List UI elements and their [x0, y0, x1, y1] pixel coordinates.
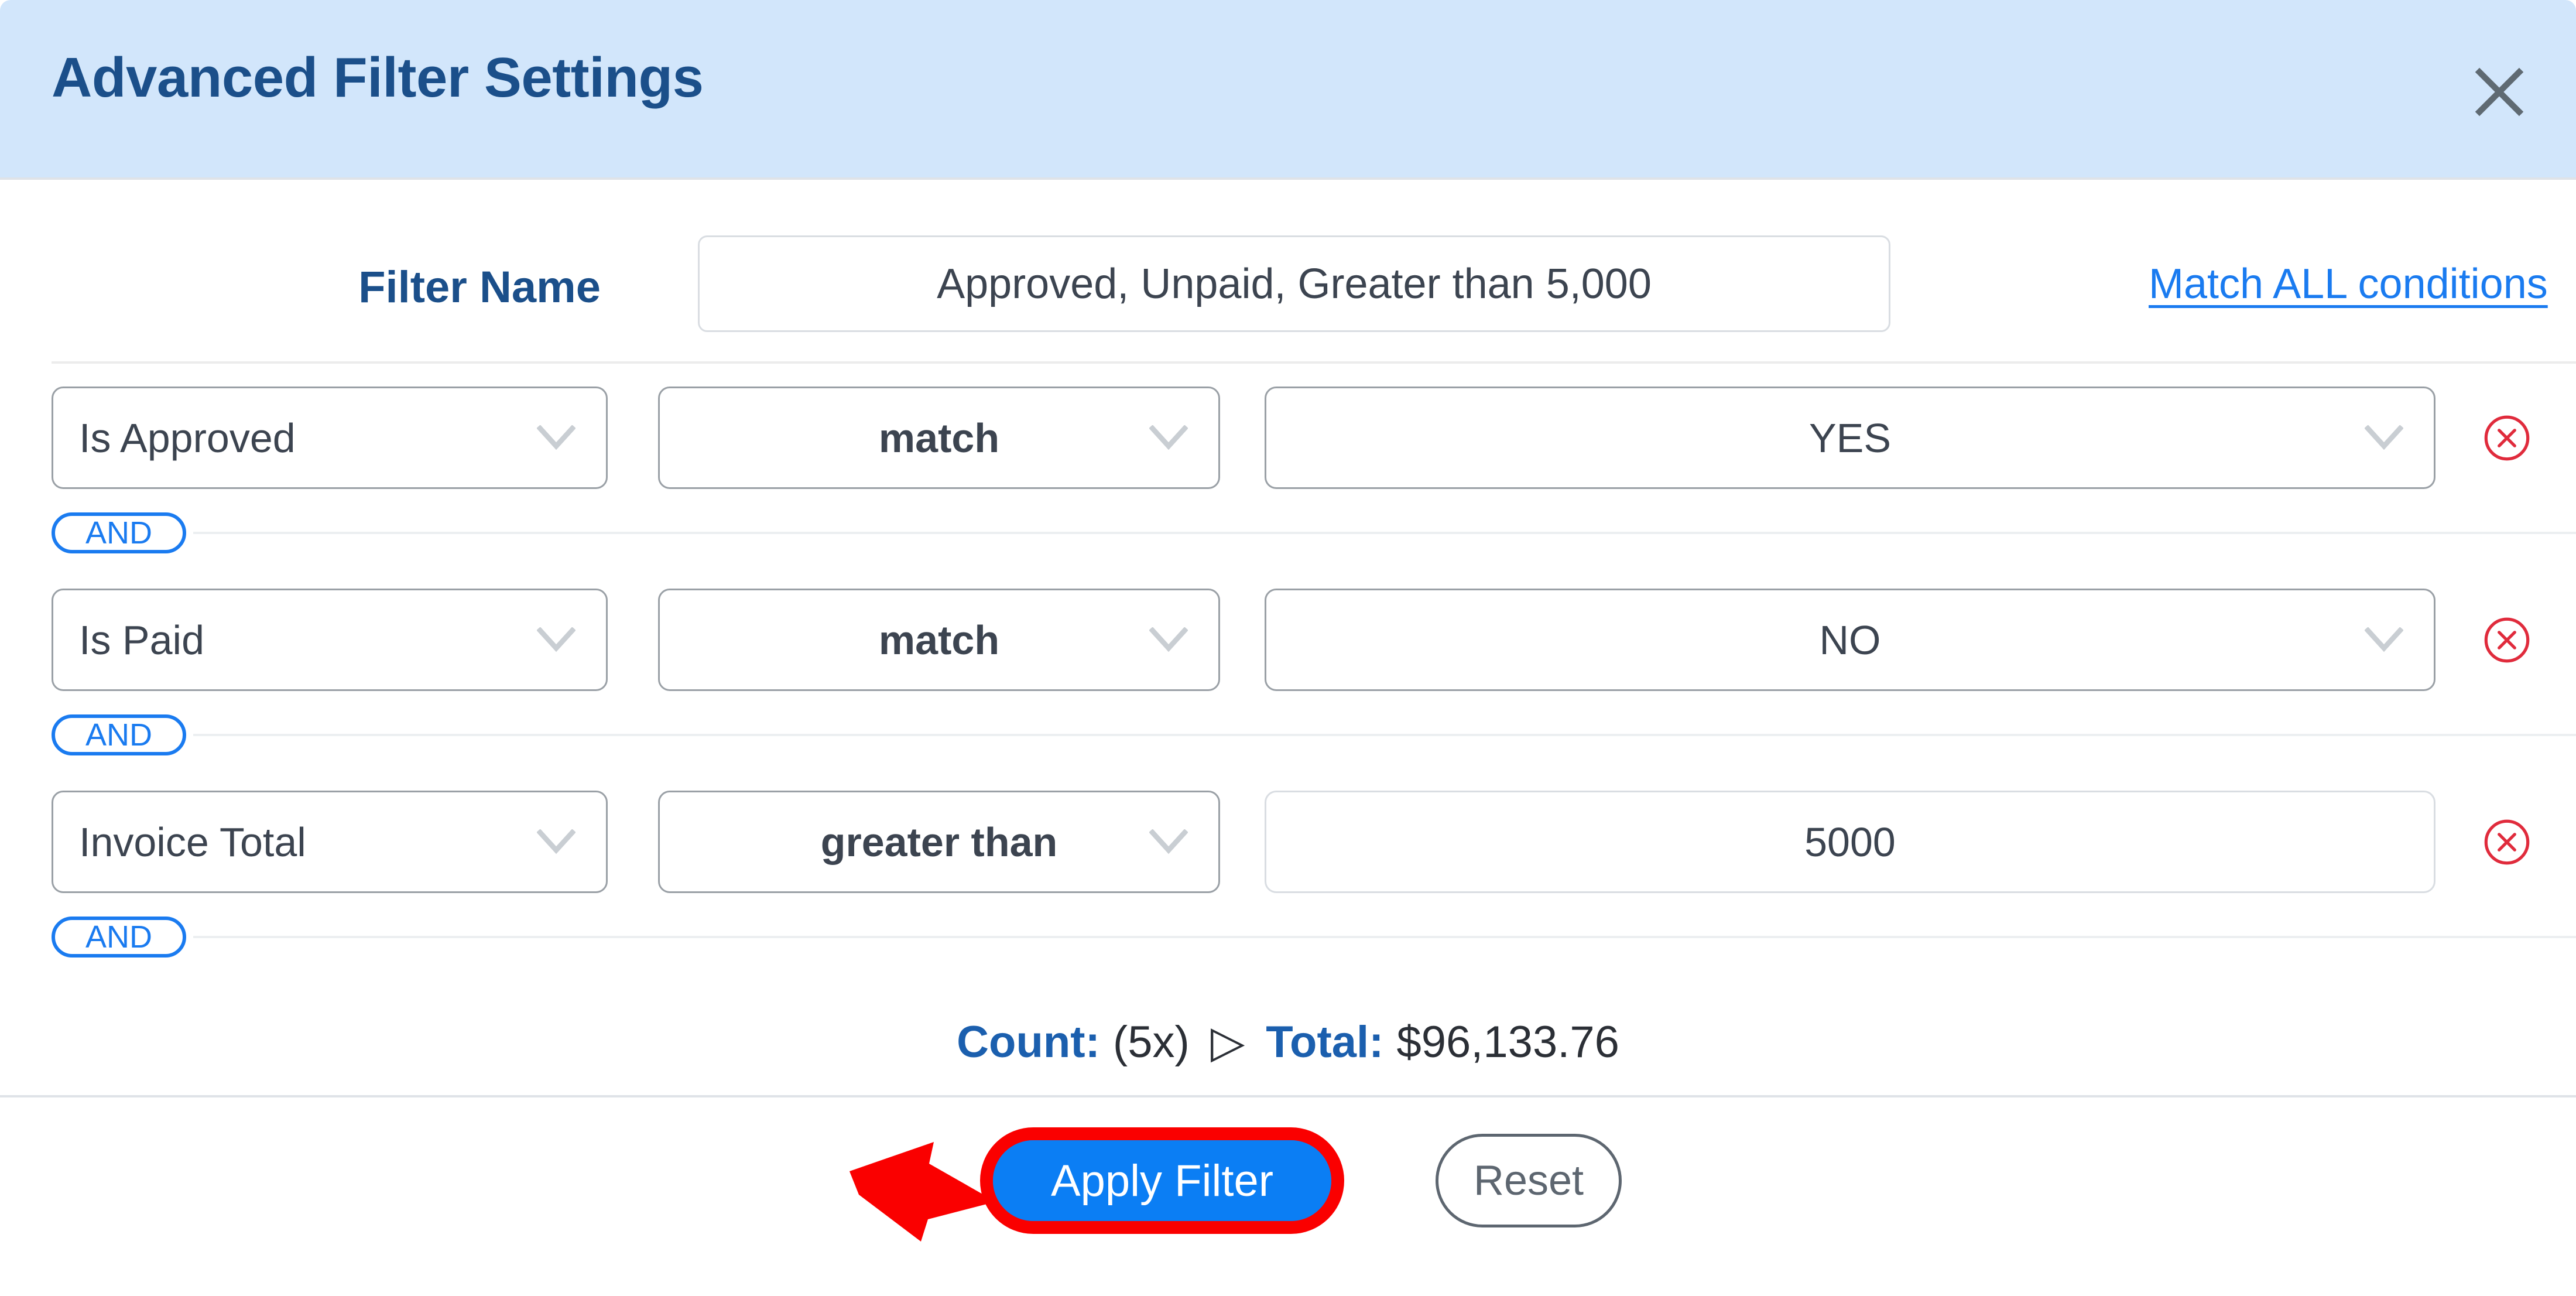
condition-value-label-1: NO — [1819, 617, 1881, 663]
filter-summary: Count: (5x) ▷ Total: $96,133.76 — [0, 1015, 2576, 1068]
condition-value-input-2[interactable]: 5000 — [1265, 791, 2435, 893]
joiner-divider — [193, 936, 2576, 938]
close-icon[interactable] — [2461, 54, 2537, 130]
count-label: Count: — [957, 1017, 1100, 1067]
condition-row: Invoice Total greater than 5000 — [0, 791, 2576, 893]
condition-joiner-row: AND — [0, 917, 2576, 958]
reset-button[interactable]: Reset — [1436, 1134, 1622, 1227]
play-triangle-icon: ▷ — [1210, 1017, 1245, 1067]
apply-filter-button[interactable]: Apply Filter — [993, 1140, 1331, 1221]
condition-joiner-and-2[interactable]: AND — [52, 917, 186, 958]
condition-operator-select-2[interactable]: greater than — [658, 791, 1220, 893]
delete-condition-button-2[interactable] — [2482, 818, 2532, 867]
chevron-down-icon — [1149, 627, 1188, 653]
count-value: (5x) — [1112, 1017, 1190, 1067]
apply-filter-highlight: Apply Filter — [980, 1127, 1344, 1234]
condition-row: Is Paid match NO — [0, 589, 2576, 691]
condition-operator-label-1: match — [878, 617, 1000, 663]
dialog-header: Advanced Filter Settings — [0, 0, 2576, 180]
chevron-down-icon — [2365, 425, 2403, 451]
chevron-down-icon — [537, 627, 576, 653]
condition-value-label-0: YES — [1808, 415, 1892, 461]
condition-row: Is Approved match YES — [0, 387, 2576, 489]
page-title: Advanced Filter Settings — [52, 46, 704, 109]
filter-name-label: Filter Name — [358, 262, 601, 312]
condition-joiner-row: AND — [0, 714, 2576, 755]
total-label: Total: — [1266, 1017, 1384, 1067]
advanced-filter-dialog: Advanced Filter Settings Filter Name App… — [0, 0, 2576, 1296]
condition-operator-select-1[interactable]: match — [658, 589, 1220, 691]
condition-value-label-2: 5000 — [1804, 819, 1896, 865]
chevron-down-icon — [537, 425, 576, 451]
dialog-footer: Apply Filter Reset — [0, 1095, 2576, 1296]
condition-value-select-0[interactable]: YES — [1265, 387, 2435, 489]
condition-field-label-1: Is Paid — [79, 617, 204, 663]
joiner-divider — [193, 532, 2576, 534]
chevron-down-icon — [537, 829, 576, 855]
delete-condition-button-0[interactable] — [2482, 413, 2532, 463]
condition-operator-select-0[interactable]: match — [658, 387, 1220, 489]
condition-operator-label-0: match — [878, 415, 1000, 461]
filter-name-input[interactable]: Approved, Unpaid, Greater than 5,000 — [698, 235, 1890, 332]
chevron-down-icon — [2365, 627, 2403, 653]
condition-field-select-2[interactable]: Invoice Total — [52, 791, 608, 893]
filter-name-row: Filter Name Approved, Unpaid, Greater th… — [0, 230, 2576, 361]
condition-joiner-row: AND — [0, 512, 2576, 553]
chevron-down-icon — [1149, 829, 1188, 855]
condition-field-select-0[interactable]: Is Approved — [52, 387, 608, 489]
joiner-divider — [193, 734, 2576, 736]
condition-field-label-0: Is Approved — [79, 415, 296, 461]
condition-field-label-2: Invoice Total — [79, 819, 306, 865]
dialog-body: Filter Name Approved, Unpaid, Greater th… — [0, 180, 2576, 1095]
condition-joiner-and-0[interactable]: AND — [52, 512, 186, 553]
condition-joiner-and-1[interactable]: AND — [52, 714, 186, 755]
condition-field-select-1[interactable]: Is Paid — [52, 589, 608, 691]
total-value: $96,133.76 — [1396, 1017, 1619, 1067]
delete-condition-button-1[interactable] — [2482, 615, 2532, 665]
condition-operator-label-2: greater than — [820, 819, 1058, 865]
match-all-conditions-link[interactable]: Match ALL conditions — [2149, 260, 2548, 308]
condition-value-select-1[interactable]: NO — [1265, 589, 2435, 691]
chevron-down-icon — [1149, 425, 1188, 451]
filter-name-divider — [52, 361, 2576, 364]
